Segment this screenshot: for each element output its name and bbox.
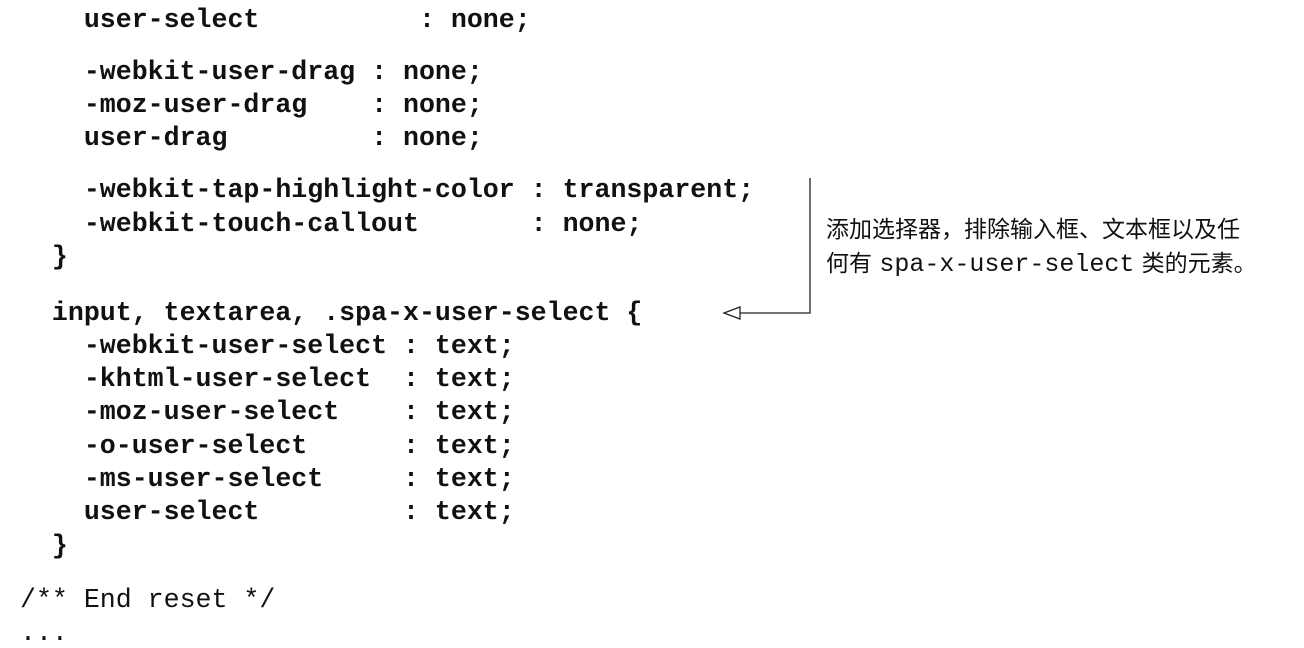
annotation-text: 何有 [826, 251, 880, 277]
arrowhead-icon [722, 306, 741, 320]
annotation-code: spa-x-user-select [879, 250, 1135, 279]
callout-arrow [722, 178, 811, 320]
annotation-line: 何有 spa-x-user-select 类的元素。 [826, 247, 1257, 282]
callout-line [740, 178, 811, 314]
annotation-text: 类的元素。 [1134, 251, 1257, 277]
annotation-line: 添加选择器，排除输入框、文本框以及任 [826, 217, 1240, 243]
